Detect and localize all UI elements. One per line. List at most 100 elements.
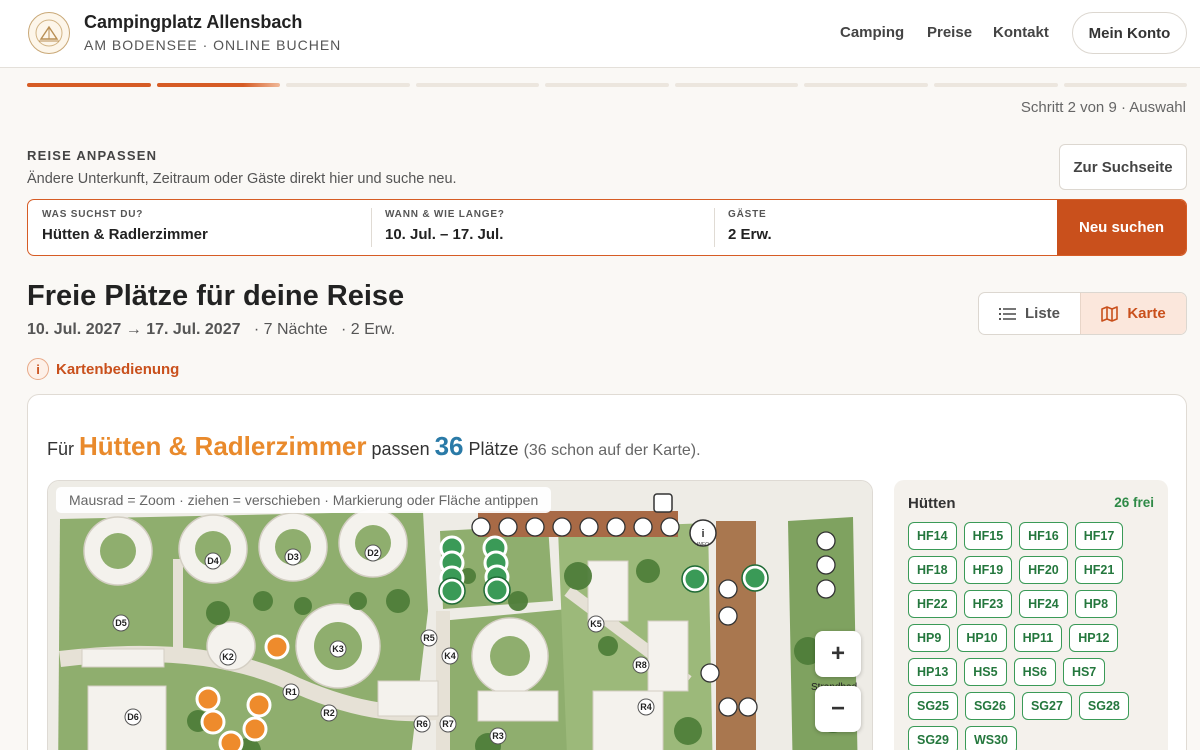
site-chip[interactable]: HP8	[1074, 590, 1118, 618]
map-view-button[interactable]: Karte	[1080, 293, 1186, 334]
map-label-k2[interactable]: K2	[222, 652, 234, 662]
site-chip[interactable]: HF15	[963, 522, 1013, 550]
site-chip[interactable]: HF17	[1074, 522, 1124, 550]
map-label-r7[interactable]: R7	[442, 719, 454, 729]
map-label-r6[interactable]: R6	[416, 719, 428, 729]
site-chip[interactable]: HF22	[908, 590, 957, 618]
map-help-link[interactable]: i Kartenbedienung	[27, 358, 179, 380]
site-chip[interactable]: HS7	[1062, 658, 1106, 686]
map-marker-available[interactable]	[682, 566, 708, 592]
site-chip[interactable]: HS5	[964, 658, 1007, 686]
map-label-d5[interactable]: D5	[115, 618, 127, 628]
map-label-d6[interactable]: D6	[127, 712, 139, 722]
adjust-trip-subtitle: Ändere Unterkunft, Zeitraum oder Gäste d…	[27, 171, 457, 187]
list-icon	[999, 307, 1016, 320]
site-chip[interactable]: SG28	[1078, 692, 1129, 720]
map-label-d4[interactable]: D4	[207, 556, 219, 566]
site-chip[interactable]: HS6	[1013, 658, 1056, 686]
campsite-map[interactable]: i INFO D5 D4 D3 D2 D6 K2 K3 K4 K5 R1 R2 …	[47, 480, 873, 750]
progress-step-1	[27, 83, 151, 87]
site-chip[interactable]: HP9	[908, 624, 951, 652]
date-value[interactable]: 10. Jul. – 17. Jul.	[385, 226, 714, 243]
map-parking-icon	[653, 493, 673, 513]
map-label-d2[interactable]: D2	[367, 548, 379, 558]
site-chip[interactable]: HP10	[957, 624, 1007, 652]
site-chip[interactable]: HF19	[963, 556, 1013, 584]
brand-subtitle: AM BODENSEE · ONLINE BUCHEN	[84, 37, 342, 53]
site-chip[interactable]: HF21	[1074, 556, 1124, 584]
zoom-out-button[interactable]: −	[815, 686, 861, 732]
site-chip[interactable]: HF16	[1019, 522, 1068, 550]
site-chip[interactable]: HF24	[1019, 590, 1068, 618]
site-chip[interactable]: HP13	[908, 658, 958, 686]
progress-step-7	[804, 83, 928, 87]
campsite-map-drawing[interactable]: i INFO D5 D4 D3 D2 D6 K2 K3 K4 K5 R1 R2 …	[48, 481, 873, 750]
map-marker-available[interactable]	[484, 577, 510, 603]
map-hint: Mausrad = Zoom · ziehen = verschieben · …	[56, 487, 552, 513]
nav-prices[interactable]: Preise	[927, 24, 972, 41]
site-chip[interactable]: HP11	[1013, 624, 1063, 652]
map-label-k4[interactable]: K4	[444, 651, 456, 661]
guests-field[interactable]: GÄSTE 2 Erw.	[714, 200, 1057, 255]
nav-contact[interactable]: Kontakt	[993, 24, 1049, 41]
map-marker-selected[interactable]	[195, 686, 221, 712]
guests-value[interactable]: 2 Erw.	[728, 226, 1057, 243]
map-marker-selected[interactable]	[264, 634, 290, 660]
site-chip[interactable]: HF23	[963, 590, 1013, 618]
results-card: Für Hütten & Radlerzimmer passen 36 Plät…	[27, 394, 1187, 750]
accommodation-label: WAS SUCHST DU?	[42, 209, 144, 220]
trip-summary: 10. Jul. 2027 → 17. Jul. 2027 · 7 Nächte…	[27, 321, 395, 339]
summary-prefix: Für	[47, 439, 74, 459]
site-chip[interactable]: SG29	[908, 726, 958, 750]
map-label-r8[interactable]: R8	[635, 660, 647, 670]
my-account-button[interactable]: Mein Konto	[1072, 12, 1187, 54]
site-chip[interactable]: SG27	[1021, 692, 1072, 720]
step-indicator: Schritt 2 von 9 · Auswahl	[1020, 99, 1186, 116]
map-label-r2[interactable]: R2	[323, 708, 335, 718]
tent-logo-icon	[35, 19, 63, 47]
adjust-trip-heading: REISE ANPASSEN	[27, 148, 158, 163]
map-info-label: INFO	[697, 542, 709, 548]
map-label-r4[interactable]: R4	[640, 702, 652, 712]
search-page-button[interactable]: Zur Suchseite	[1059, 144, 1187, 190]
guests-label: GÄSTE	[728, 209, 767, 220]
map-marker-available[interactable]	[742, 565, 768, 591]
progress-step-8	[933, 83, 1058, 87]
map-label-k3[interactable]: K3	[332, 644, 344, 654]
map-marker-selected[interactable]	[200, 709, 226, 735]
date-arrow: →	[125, 321, 142, 338]
site-chip[interactable]: SG25	[908, 692, 958, 720]
map-marker-available[interactable]	[439, 578, 465, 604]
site-chip[interactable]: WS30	[964, 726, 1018, 750]
results-summary: Für Hütten & Radlerzimmer passen 36 Plät…	[47, 431, 701, 462]
summary-note: (36 schon auf der Karte).	[523, 442, 701, 459]
summary-suffix: Plätze	[468, 439, 519, 459]
progress-step-6	[674, 83, 799, 87]
site-chip[interactable]: HF14	[908, 522, 957, 550]
site-chip[interactable]: HF18	[908, 556, 957, 584]
summary-mid: passen	[371, 439, 430, 459]
brand-name[interactable]: Campingplatz Allensbach	[84, 12, 302, 33]
map-label-r5[interactable]: R5	[423, 633, 435, 643]
site-chip[interactable]: HP12	[1069, 624, 1119, 652]
accommodation-value[interactable]: Hütten & Radlerzimmer	[42, 226, 371, 243]
map-marker-selected[interactable]	[246, 692, 272, 718]
search-again-button[interactable]: Neu suchen	[1057, 200, 1186, 255]
info-icon: i	[27, 358, 49, 380]
zoom-in-button[interactable]: +	[815, 631, 861, 677]
campsite-logo[interactable]	[28, 12, 70, 54]
list-view-button[interactable]: Liste	[979, 293, 1080, 334]
map-marker-selected[interactable]	[242, 716, 268, 742]
nav-camping[interactable]: Camping	[840, 24, 904, 41]
site-chip-list: HF14 HF15 HF16 HF17 HF18 HF19 HF20 HF21 …	[908, 522, 1162, 750]
site-chip[interactable]: SG26	[964, 692, 1015, 720]
map-label-k5[interactable]: K5	[590, 619, 602, 629]
map-label-d3[interactable]: D3	[287, 552, 299, 562]
map-marker-selected[interactable]	[218, 730, 244, 750]
accommodation-field[interactable]: WAS SUCHST DU? Hütten & Radlerzimmer	[28, 200, 371, 255]
date-field[interactable]: WANN & WIE LANGE? 10. Jul. – 17. Jul.	[371, 200, 714, 255]
map-label-r3[interactable]: R3	[492, 731, 504, 741]
map-label-r1[interactable]: R1	[285, 687, 297, 697]
site-chip[interactable]: HF20	[1019, 556, 1068, 584]
free-count-badge: 26 frei	[1114, 495, 1154, 510]
